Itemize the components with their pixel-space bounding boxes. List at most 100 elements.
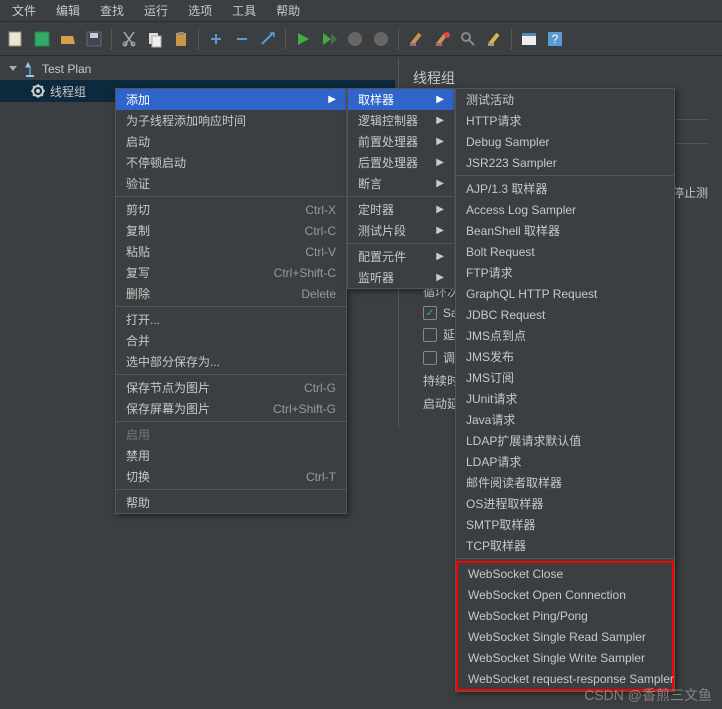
start-no-pause-icon[interactable] (317, 27, 341, 51)
menu-help[interactable]: 帮助 (266, 0, 310, 21)
tree-expand-icon[interactable] (8, 64, 18, 74)
ctx-保存屏幕为图片[interactable]: 保存屏幕为图片Ctrl+Shift-G (116, 398, 346, 419)
sub-后置处理器[interactable]: 后置处理器▶ (348, 152, 454, 173)
sub-逻辑控制器[interactable]: 逻辑控制器▶ (348, 110, 454, 131)
watermark: CSDN @香煎三文鱼 (584, 685, 712, 705)
clear-all-icon[interactable] (430, 27, 454, 51)
sub-取样器[interactable]: 取样器▶ (348, 89, 454, 110)
sampler-JMS点到点[interactable]: JMS点到点 (456, 325, 674, 346)
ctx-禁用[interactable]: 禁用 (116, 445, 346, 466)
sampler-SMTP取样器[interactable]: SMTP取样器 (456, 514, 674, 535)
tree-root-label: Test Plan (42, 62, 91, 76)
sampler-WebSocket Close[interactable]: WebSocket Close (458, 563, 672, 584)
start-icon[interactable] (291, 27, 315, 51)
toolbar: ? (0, 22, 722, 56)
paste-icon[interactable] (169, 27, 193, 51)
sub-测试片段[interactable]: 测试片段▶ (348, 220, 454, 241)
same-user-checkbox[interactable] (423, 306, 437, 320)
sub-定时器[interactable]: 定时器▶ (348, 199, 454, 220)
expand-icon[interactable] (204, 27, 228, 51)
sampler-JMS发布[interactable]: JMS发布 (456, 346, 674, 367)
sampler-Access Log Sampler[interactable]: Access Log Sampler (456, 199, 674, 220)
testplan-icon (22, 61, 38, 77)
sampler-LDAP扩展请求默认值[interactable]: LDAP扩展请求默认值 (456, 430, 674, 451)
sampler-HTTP请求[interactable]: HTTP请求 (456, 110, 674, 131)
ctx-保存节点为图片[interactable]: 保存节点为图片Ctrl-G (116, 377, 346, 398)
sub-断言[interactable]: 断言▶ (348, 173, 454, 194)
sampler-FTP请求[interactable]: FTP请求 (456, 262, 674, 283)
ctx-复制[interactable]: 复制Ctrl-C (116, 220, 346, 241)
sampler-submenu: 测试活动HTTP请求Debug SamplerJSR223 Sampler AJP… (455, 88, 675, 692)
open-icon[interactable] (56, 27, 80, 51)
sampler-WebSocket Single Write Sampler[interactable]: WebSocket Single Write Sampler (458, 647, 672, 668)
ctx-删除[interactable]: 删除Delete (116, 283, 346, 304)
sampler-WebSocket Open Connection[interactable]: WebSocket Open Connection (458, 584, 672, 605)
menubar: 文件 编辑 查找 运行 选项 工具 帮助 (0, 0, 722, 22)
sampler-Debug Sampler[interactable]: Debug Sampler (456, 131, 674, 152)
menu-options[interactable]: 选项 (178, 0, 222, 21)
sampler-邮件阅读者取样器[interactable]: 邮件阅读者取样器 (456, 472, 674, 493)
menu-search[interactable]: 查找 (90, 0, 134, 21)
ctx-启用[interactable]: 启用 (116, 424, 346, 445)
ctx-帮助[interactable]: 帮助 (116, 492, 346, 513)
sampler-WebSocket Ping/Pong[interactable]: WebSocket Ping/Pong (458, 605, 672, 626)
ctx-合并[interactable]: 合并 (116, 330, 346, 351)
collapse-icon[interactable] (230, 27, 254, 51)
websocket-group: WebSocket CloseWebSocket Open Connection… (456, 561, 674, 691)
ctx-复写[interactable]: 复写Ctrl+Shift-C (116, 262, 346, 283)
sampler-BeanShell 取样器[interactable]: BeanShell 取样器 (456, 220, 674, 241)
sampler-Java请求[interactable]: Java请求 (456, 409, 674, 430)
sampler-LDAP请求[interactable]: LDAP请求 (456, 451, 674, 472)
context-menu: 添加▶为子线程添加响应时间启动不停顿启动验证剪切Ctrl-X复制Ctrl-C粘贴… (115, 88, 347, 514)
sampler-JSR223 Sampler[interactable]: JSR223 Sampler (456, 152, 674, 173)
add-submenu: 取样器▶逻辑控制器▶前置处理器▶后置处理器▶断言▶ 定时器▶测试片段▶ 配置元件▶监… (347, 88, 455, 289)
delay-checkbox[interactable] (423, 328, 437, 342)
ctx-粘贴[interactable]: 粘贴Ctrl-V (116, 241, 346, 262)
gear-icon (30, 83, 46, 99)
ctx-选中部分保存为...[interactable]: 选中部分保存为... (116, 351, 346, 372)
svg-text:?: ? (552, 32, 559, 46)
sampler-Bolt Request[interactable]: Bolt Request (456, 241, 674, 262)
sampler-WebSocket Single Read Sampler[interactable]: WebSocket Single Read Sampler (458, 626, 672, 647)
ctx-启动[interactable]: 启动 (116, 131, 346, 152)
ctx-打开...[interactable]: 打开... (116, 309, 346, 330)
stop-label: 停止测 (672, 184, 708, 201)
sub-监听器[interactable]: 监听器▶ (348, 267, 454, 288)
panel-title: 线程组 (413, 68, 708, 88)
help-icon[interactable]: ? (543, 27, 567, 51)
tree-root[interactable]: Test Plan (0, 58, 395, 80)
cut-icon[interactable] (117, 27, 141, 51)
sub-配置元件[interactable]: 配置元件▶ (348, 246, 454, 267)
save-icon[interactable] (82, 27, 106, 51)
ctx-为子线程添加响应时间[interactable]: 为子线程添加响应时间 (116, 110, 346, 131)
shutdown-icon[interactable] (369, 27, 393, 51)
menu-edit[interactable]: 编辑 (46, 0, 90, 21)
scheduler-checkbox[interactable] (423, 351, 437, 365)
menu-file[interactable]: 文件 (2, 0, 46, 21)
toggle-icon[interactable] (256, 27, 280, 51)
function-helper-icon[interactable] (517, 27, 541, 51)
copy-icon[interactable] (143, 27, 167, 51)
ctx-剪切[interactable]: 剪切Ctrl-X (116, 199, 346, 220)
sampler-TCP取样器[interactable]: TCP取样器 (456, 535, 674, 556)
ctx-不停顿启动[interactable]: 不停顿启动 (116, 152, 346, 173)
sampler-JUnit请求[interactable]: JUnit请求 (456, 388, 674, 409)
sampler-AJP/1.3 取样器[interactable]: AJP/1.3 取样器 (456, 178, 674, 199)
search-icon[interactable] (456, 27, 480, 51)
clear-icon[interactable] (404, 27, 428, 51)
sampler-JMS订阅[interactable]: JMS订阅 (456, 367, 674, 388)
reset-search-icon[interactable] (482, 27, 506, 51)
sampler-测试活动[interactable]: 测试活动 (456, 89, 674, 110)
sub-前置处理器[interactable]: 前置处理器▶ (348, 131, 454, 152)
new-icon[interactable] (4, 27, 28, 51)
menu-run[interactable]: 运行 (134, 0, 178, 21)
ctx-切换[interactable]: 切换Ctrl-T (116, 466, 346, 487)
stop-icon[interactable] (343, 27, 367, 51)
menu-tools[interactable]: 工具 (222, 0, 266, 21)
ctx-验证[interactable]: 验证 (116, 173, 346, 194)
sampler-JDBC Request[interactable]: JDBC Request (456, 304, 674, 325)
sampler-GraphQL HTTP Request[interactable]: GraphQL HTTP Request (456, 283, 674, 304)
sampler-OS进程取样器[interactable]: OS进程取样器 (456, 493, 674, 514)
templates-icon[interactable] (30, 27, 54, 51)
ctx-添加[interactable]: 添加▶ (116, 89, 346, 110)
